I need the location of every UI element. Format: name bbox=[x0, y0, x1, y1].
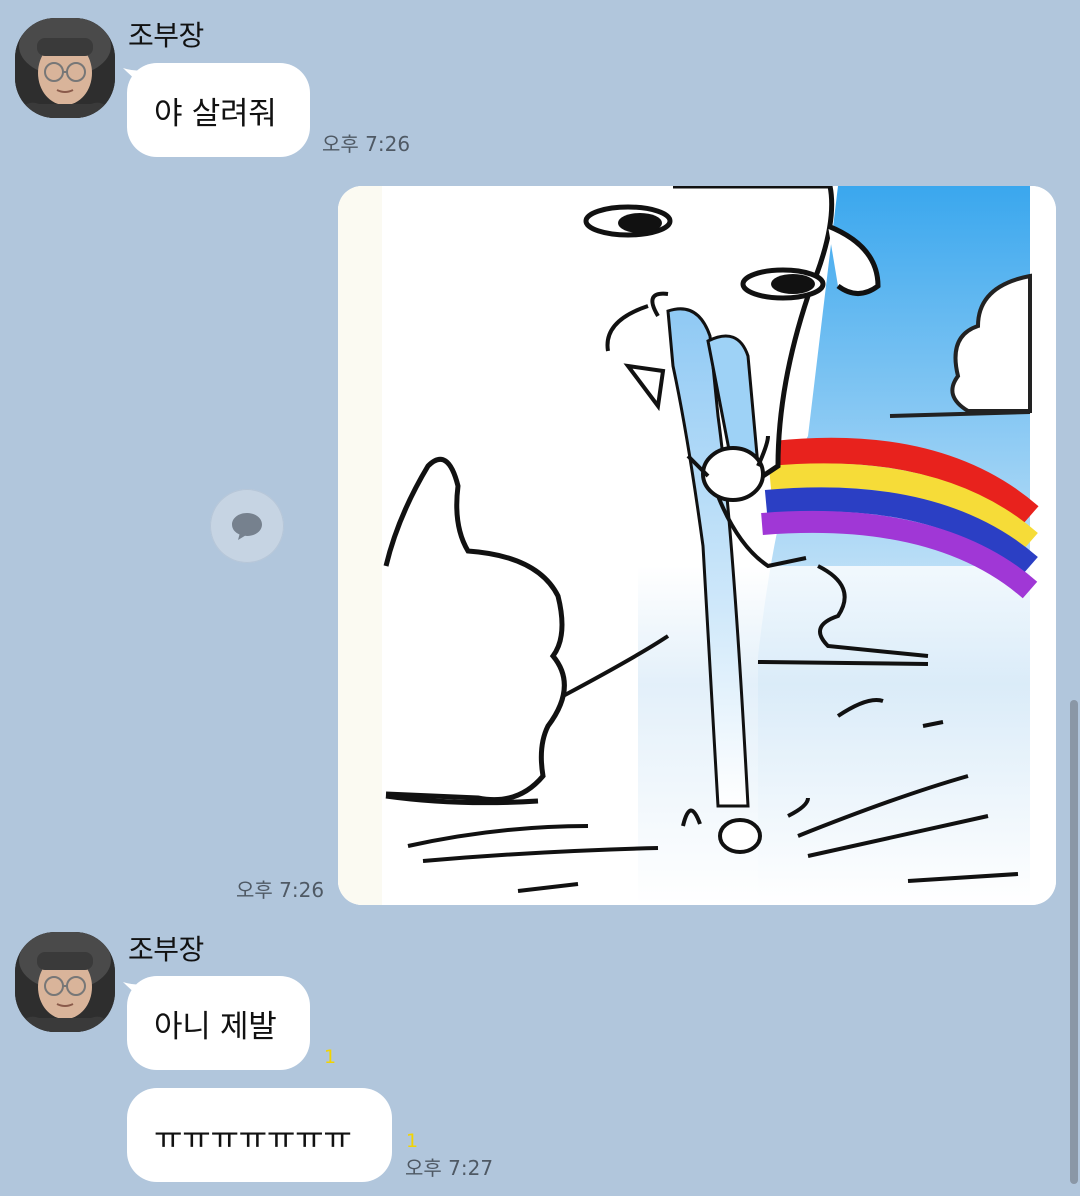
image-message[interactable] bbox=[338, 186, 1056, 905]
message-bubble[interactable]: 야 살려줘 bbox=[127, 63, 310, 157]
message-text: 야 살려줘 bbox=[154, 95, 277, 132]
message-text: ㅠㅠㅠㅠㅠㅠㅠ bbox=[154, 1120, 352, 1157]
message-time: 오후 7:26 bbox=[322, 132, 411, 156]
sender-name: 조부장 bbox=[128, 933, 204, 966]
share-button[interactable] bbox=[210, 489, 284, 563]
message-time: 오후 7:27 bbox=[405, 1156, 494, 1180]
speech-bubble-icon bbox=[232, 513, 262, 540]
message-bubble[interactable]: 아니 제발 bbox=[127, 976, 310, 1070]
avatar-photo bbox=[15, 18, 115, 118]
message-time: 오후 7:26 bbox=[236, 878, 325, 902]
scrollbar-thumb[interactable] bbox=[1070, 700, 1078, 1184]
sender-name: 조부장 bbox=[128, 19, 204, 52]
message-bubble[interactable]: ㅠㅠㅠㅠㅠㅠㅠ bbox=[127, 1088, 392, 1182]
avatar[interactable] bbox=[15, 932, 115, 1032]
avatar-photo bbox=[15, 932, 115, 1032]
unread-count: 1 bbox=[324, 1046, 337, 1068]
unread-count: 1 bbox=[406, 1130, 419, 1152]
avatar[interactable] bbox=[15, 18, 115, 118]
cartoon-image bbox=[338, 186, 1056, 905]
message-text: 아니 제발 bbox=[154, 1008, 277, 1045]
